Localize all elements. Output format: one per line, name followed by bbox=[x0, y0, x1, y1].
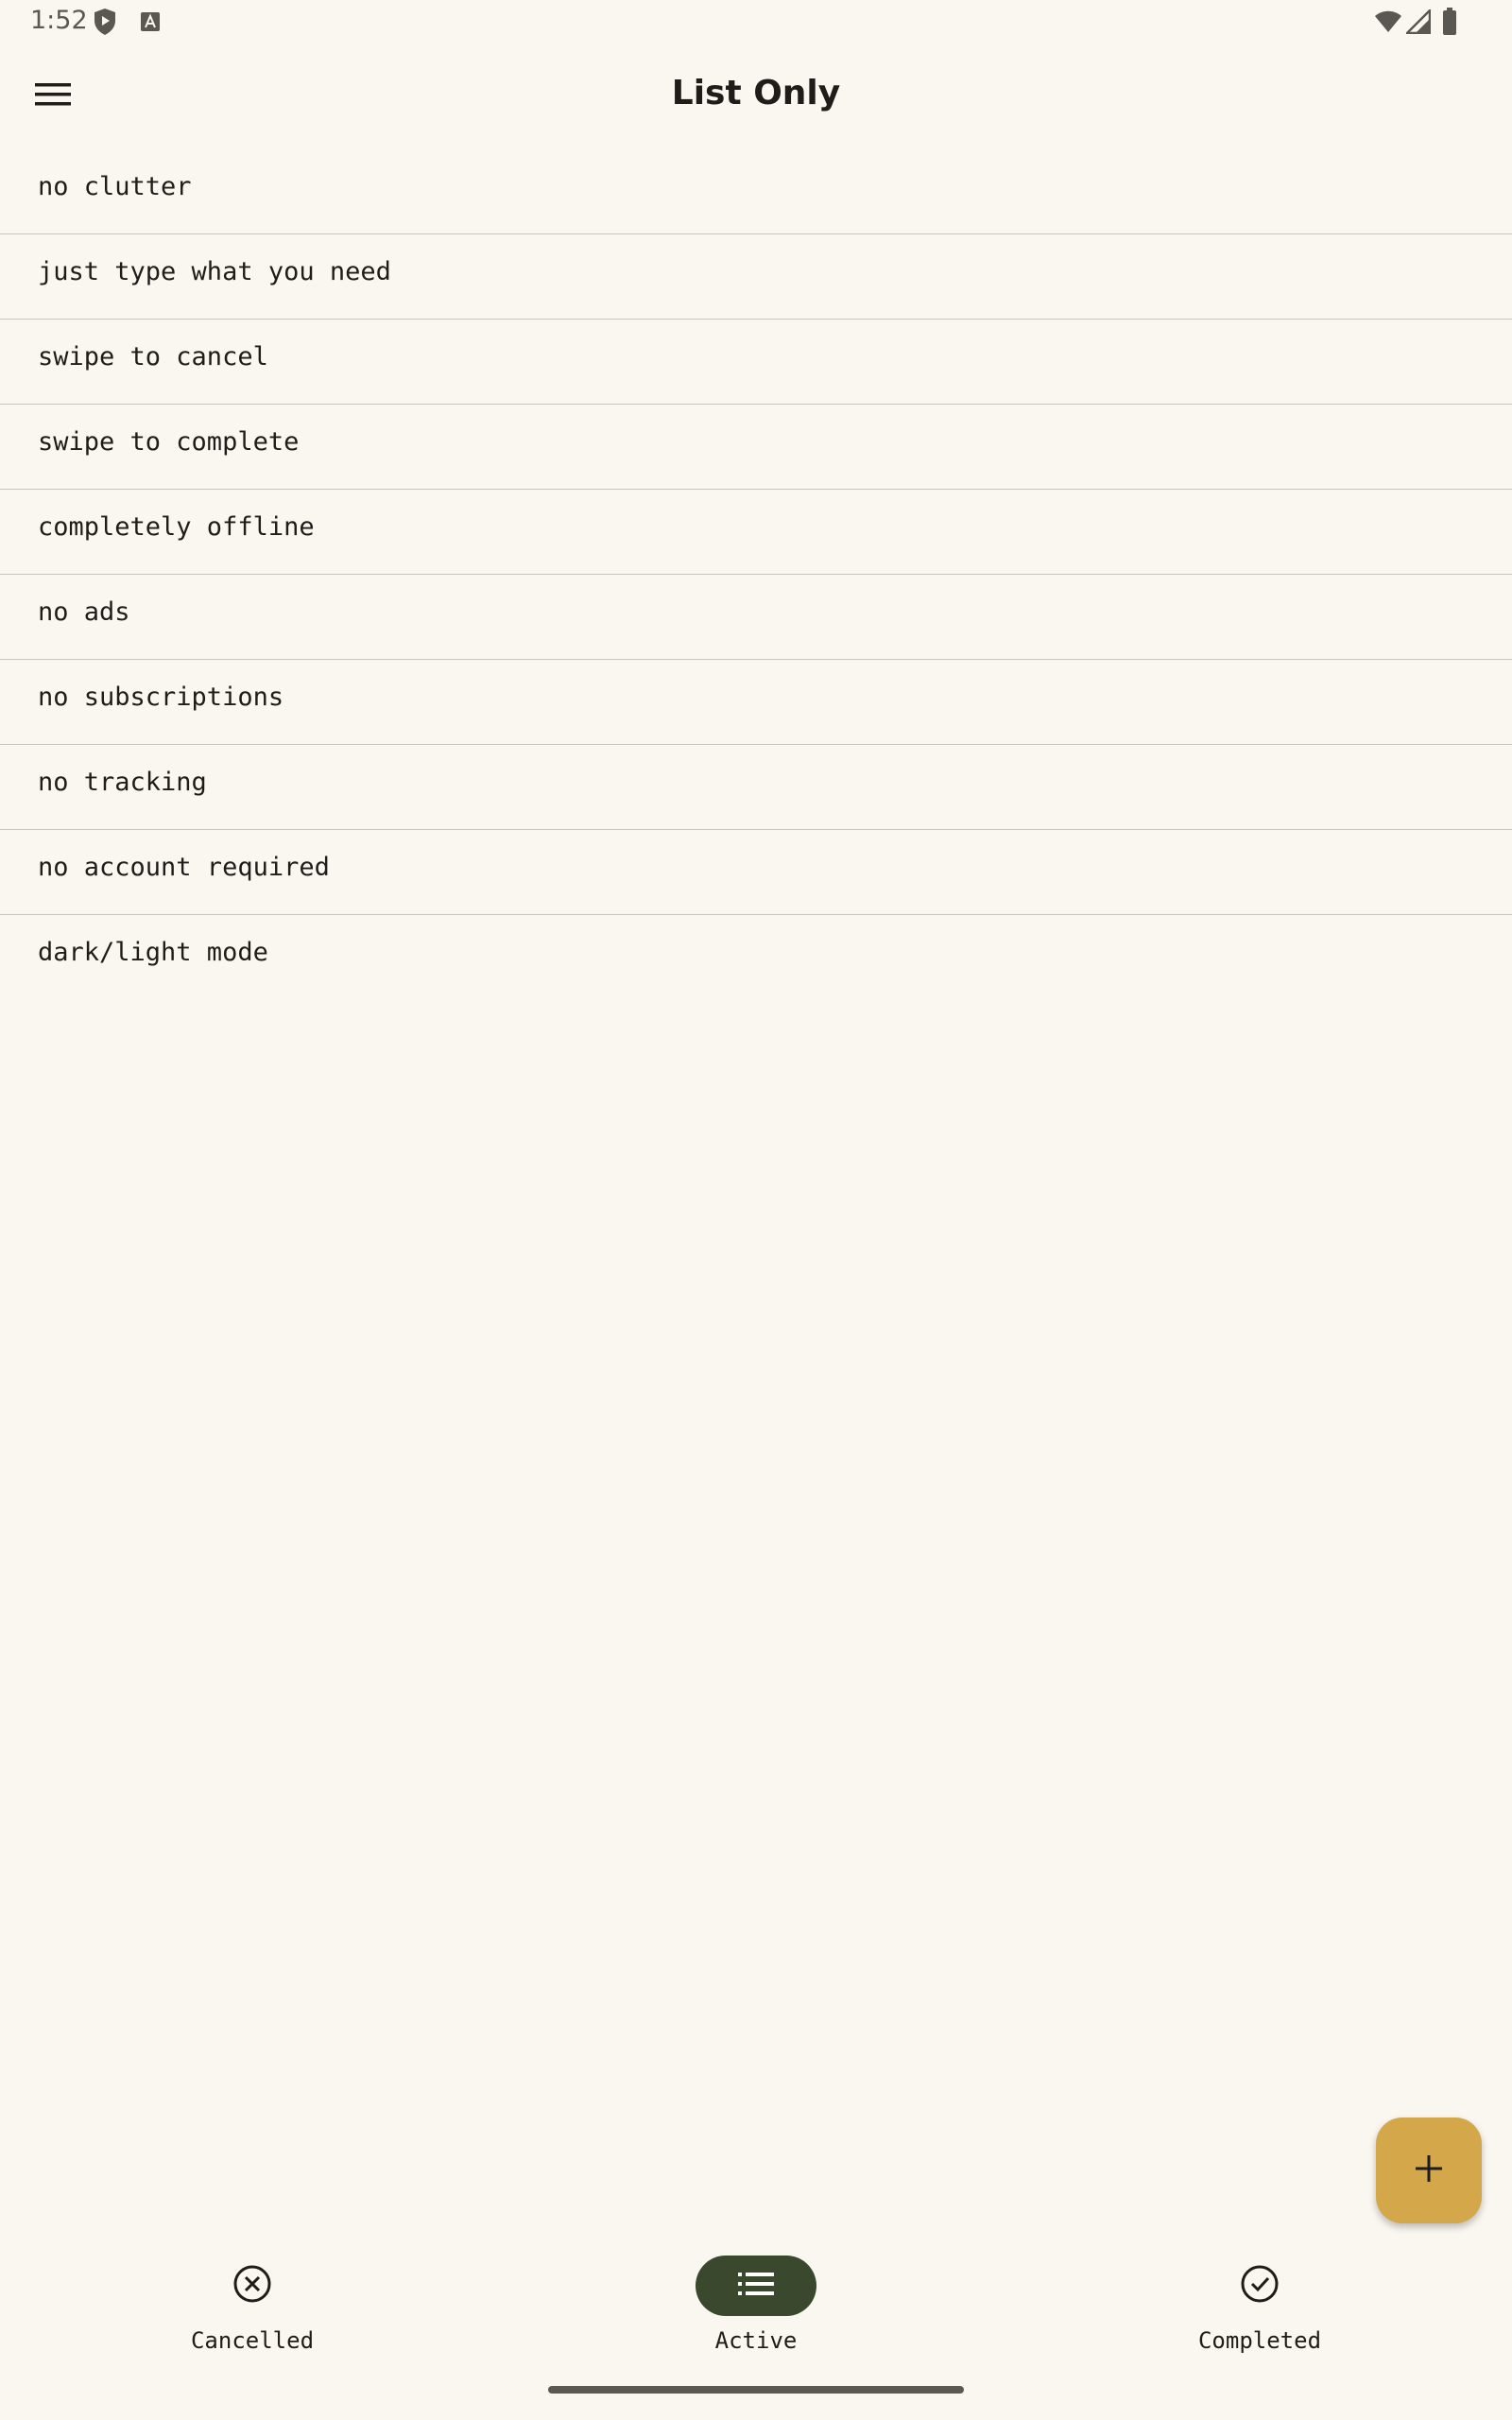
list-item-text: no subscriptions bbox=[38, 683, 284, 712]
app-bar: List Only bbox=[0, 45, 1512, 151]
a-badge-icon bbox=[140, 11, 161, 37]
cancel-circle-icon bbox=[232, 2264, 272, 2308]
page-title: List Only bbox=[671, 74, 841, 112]
nav-item-cancelled[interactable]: Cancelled bbox=[111, 2240, 394, 2373]
task-list: no clutter just type what you need swipe… bbox=[0, 149, 1512, 999]
bottom-navigation: Cancelled Active Completed bbox=[0, 2240, 1512, 2373]
nav-label: Active bbox=[714, 2327, 798, 2354]
list-item-text: swipe to cancel bbox=[38, 342, 268, 372]
list-item[interactable]: no ads bbox=[0, 575, 1512, 660]
list-item-text: swipe to complete bbox=[38, 427, 300, 457]
nav-label: Cancelled bbox=[190, 2327, 315, 2354]
list-item[interactable]: no subscriptions bbox=[0, 660, 1512, 745]
list-item[interactable]: no tracking bbox=[0, 745, 1512, 830]
status-bar: 1:52 bbox=[0, 0, 1512, 45]
nav-item-completed[interactable]: Completed bbox=[1118, 2240, 1401, 2373]
list-item-text: dark/light mode bbox=[38, 938, 268, 967]
list-item[interactable]: swipe to cancel bbox=[0, 320, 1512, 405]
list-item[interactable]: just type what you need bbox=[0, 234, 1512, 320]
list-item-text: no clutter bbox=[38, 172, 192, 201]
nav-label: Completed bbox=[1197, 2327, 1322, 2354]
shield-play-icon bbox=[93, 8, 117, 41]
add-item-button[interactable] bbox=[1376, 2118, 1482, 2223]
nav-icon-container bbox=[192, 2256, 313, 2316]
list-icon bbox=[738, 2272, 774, 2301]
nav-icon-container bbox=[1199, 2256, 1320, 2316]
list-item-text: just type what you need bbox=[38, 257, 391, 286]
nav-icon-container bbox=[696, 2256, 816, 2316]
nav-item-active[interactable]: Active bbox=[614, 2240, 898, 2373]
list-item[interactable]: dark/light mode bbox=[0, 915, 1512, 999]
signal-icon bbox=[1403, 7, 1432, 39]
list-item[interactable]: swipe to complete bbox=[0, 405, 1512, 490]
list-item-text: no ads bbox=[38, 597, 130, 627]
list-item-text: completely offline bbox=[38, 512, 315, 542]
list-item-text: no tracking bbox=[38, 768, 207, 797]
plus-icon bbox=[1414, 2153, 1444, 2188]
list-item[interactable]: no account required bbox=[0, 830, 1512, 915]
list-item-text: no account required bbox=[38, 853, 330, 882]
list-item[interactable]: completely offline bbox=[0, 490, 1512, 575]
wifi-icon bbox=[1374, 9, 1402, 39]
gesture-handle[interactable] bbox=[548, 2386, 964, 2394]
battery-icon bbox=[1442, 8, 1457, 41]
list-item[interactable]: no clutter bbox=[0, 149, 1512, 234]
status-time: 1:52 bbox=[30, 6, 88, 35]
check-circle-icon bbox=[1240, 2264, 1280, 2308]
